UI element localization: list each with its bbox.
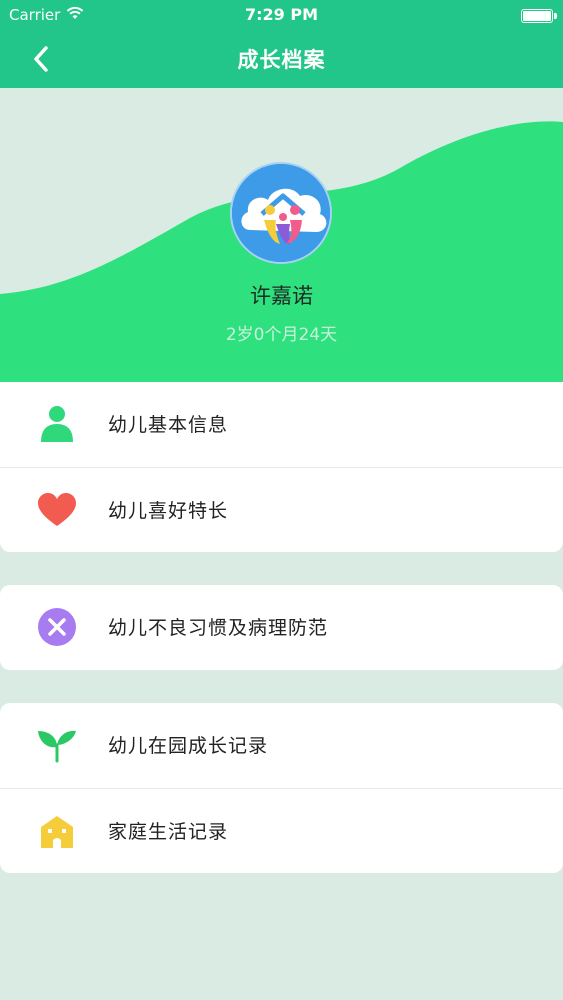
person-icon — [36, 403, 78, 445]
child-name: 许嘉诺 — [250, 284, 313, 308]
menu-item-label: 幼儿喜好特长 — [108, 500, 229, 522]
menu-item-home-life[interactable]: 家庭生活记录 — [0, 788, 563, 873]
heart-icon — [36, 489, 78, 531]
menu-group-records: 幼儿在园成长记录 家庭生活记录 — [0, 703, 563, 873]
profile-header: 许嘉诺 2岁0个月24天 — [0, 88, 563, 382]
sprout-icon — [36, 724, 78, 766]
menu-group-habits: 幼儿不良习惯及病理防范 — [0, 585, 563, 670]
menu-item-label: 家庭生活记录 — [108, 821, 229, 843]
menu-group-basic: 幼儿基本信息 幼儿喜好特长 — [0, 382, 563, 552]
child-age: 2岁0个月24天 — [225, 325, 338, 345]
status-bar: Carrier 7:29 PM — [0, 0, 563, 30]
status-time: 7:29 PM — [244, 5, 318, 24]
house-icon — [36, 810, 78, 852]
menu-item-label: 幼儿基本信息 — [108, 414, 229, 436]
nav-bar: 成长档案 — [0, 30, 563, 88]
family-logo-icon — [232, 164, 330, 262]
battery-icon — [521, 9, 557, 23]
x-circle-icon — [36, 606, 78, 648]
menu-item-hobbies[interactable]: 幼儿喜好特长 — [0, 467, 563, 552]
screen: Carrier 7:29 PM 成长档案 许嘉诺 2岁0个月24天 幼儿基本信息… — [0, 0, 563, 1000]
menu-item-label: 幼儿在园成长记录 — [108, 735, 269, 757]
menu-item-school-growth[interactable]: 幼儿在园成长记录 — [0, 703, 563, 788]
page-title: 成长档案 — [237, 48, 326, 72]
avatar[interactable] — [230, 162, 332, 264]
menu-item-label: 幼儿不良习惯及病理防范 — [108, 617, 329, 639]
menu-item-habits[interactable]: 幼儿不良习惯及病理防范 — [0, 585, 563, 670]
menu-item-basic-info[interactable]: 幼儿基本信息 — [0, 382, 563, 467]
